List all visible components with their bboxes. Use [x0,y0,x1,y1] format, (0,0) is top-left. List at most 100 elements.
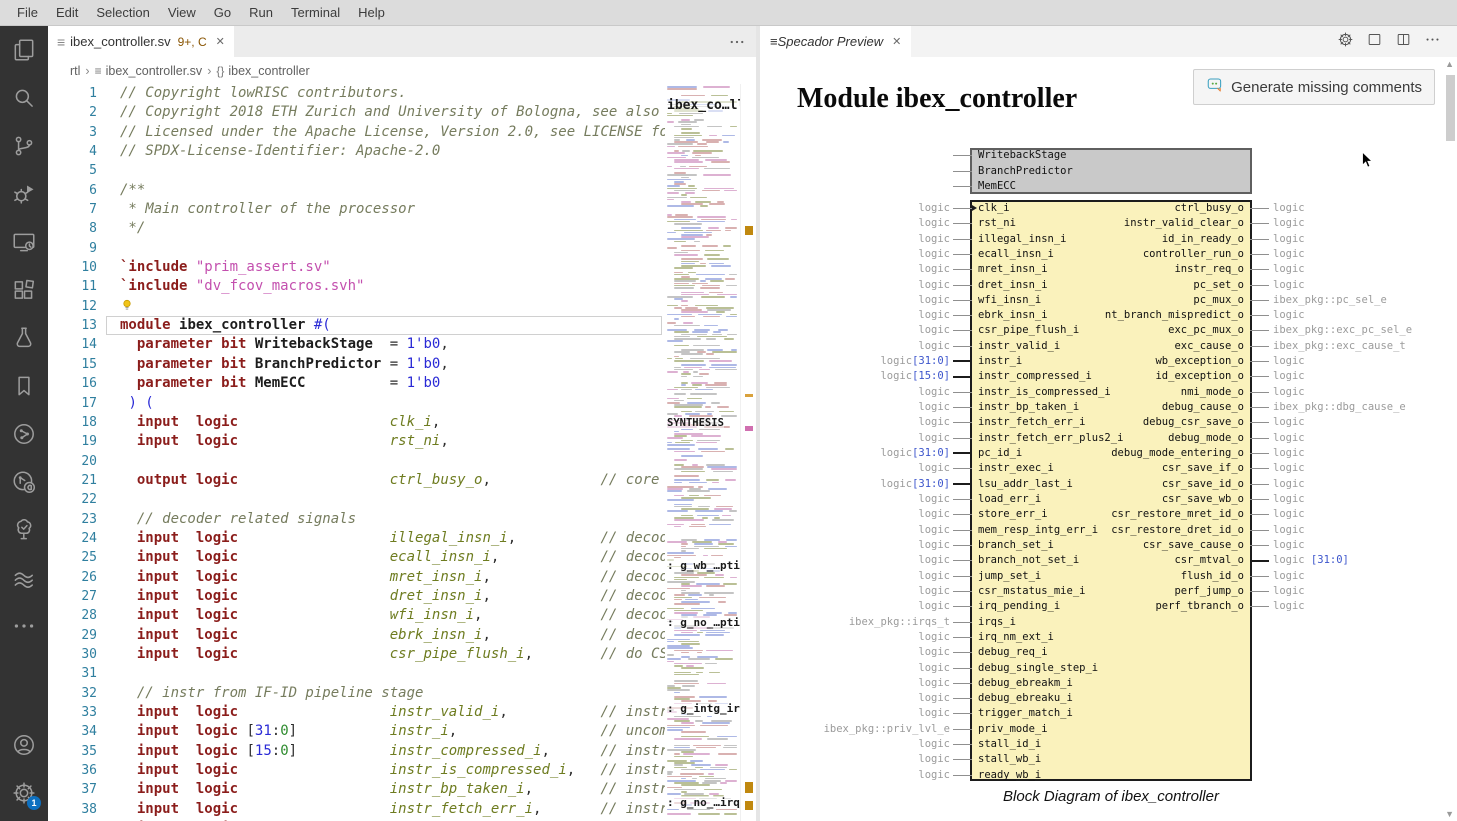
menu-edit[interactable]: Edit [47,0,87,26]
tab-specador-preview[interactable]: ≡ Specador Preview ✕ [760,26,911,57]
code-line[interactable]: 5 [48,161,665,180]
code-line[interactable]: 19 input logic rst_ni, [48,432,665,451]
menu-run[interactable]: Run [240,0,282,26]
code-line[interactable]: 33 input logic instr_valid_i, // instr [48,703,665,722]
menu-go[interactable]: Go [205,0,240,26]
scroll-down-icon[interactable]: ▼ [1445,809,1454,819]
port-wire [1250,407,1269,408]
preview-scrollbar[interactable]: ▲ ▼ [1446,57,1455,821]
activity-source-control[interactable] [0,122,48,170]
code-line[interactable]: 8 */ [48,219,665,238]
port-type: ibex_pkg::pc_sel_e [1273,293,1387,308]
code-line[interactable]: 12 [48,297,665,316]
code-line[interactable]: 35 input logic [15:0] instr_compressed_i… [48,742,665,761]
minimap-line [674,168,699,170]
scroll-up-icon[interactable]: ▲ [1445,59,1454,69]
code-line[interactable]: 34 input logic [31:0] instr_i, // uncom [48,722,665,741]
port-type: logic[31:0] [880,446,950,461]
menu-selection[interactable]: Selection [87,0,158,26]
port-name: csr_mtval_o [1174,553,1244,568]
close-icon[interactable]: ✕ [216,35,225,48]
minimap-line [667,510,688,512]
breadcrumb-item-ibex_controller.sv[interactable]: ibex_controller.sv [106,64,203,78]
line-text [97,240,120,256]
code-line[interactable]: 6/** [48,181,665,200]
code-line[interactable]: 18 input logic clk_i, [48,413,665,432]
code-line[interactable]: 28 input logic wfi_insn_i, // decod [48,606,665,625]
code-line[interactable]: 25 input logic ecall_insn_i, // decod [48,548,665,567]
activity-explorer[interactable] [0,26,48,74]
code-line[interactable]: 16 parameter bit MemECC = 1'b0 [48,374,665,393]
minimap-line [703,86,730,88]
scrollbar-thumb[interactable] [1446,75,1455,141]
code-line[interactable]: 4// SPDX-License-Identifier: Apache-2.0 [48,142,665,161]
code-line[interactable]: 24 input logic illegal_insn_i, // decod [48,529,665,548]
open-preview-icon [1366,31,1383,48]
tab-ibex-controller[interactable]: ≡ ibex_controller.sv 9+, C ✕ [48,26,234,57]
port-type: logic [918,538,950,553]
menu-file[interactable]: File [8,0,47,26]
menu-terminal[interactable]: Terminal [282,0,349,26]
activity-bookmarks[interactable] [0,362,48,410]
activity-waves[interactable] [0,554,48,602]
code-line[interactable]: 37 input logic instr_bp_taken_i, // inst… [48,780,665,799]
code-line[interactable]: 17 ) ( [48,394,665,413]
code-line[interactable]: 1// Copyright lowRISC contributors. [48,84,665,103]
code-line[interactable]: 9 [48,239,665,258]
code-line[interactable]: 30 input logic csr_pipe_flush_i, // do C… [48,645,665,664]
breadcrumb-item-rtl[interactable]: rtl [70,64,80,78]
code-line[interactable]: 38 input logic instr_fetch_err_i, // ins… [48,800,665,819]
code-line[interactable]: 29 input logic ebrk_insn_i, // decod [48,626,665,645]
code-line[interactable]: 36 input logic instr_is_compressed_i, //… [48,761,665,780]
code-line[interactable]: 13module ibex_controller #( [48,316,665,335]
minimap-line [681,261,699,263]
code-line[interactable]: 14 parameter bit WritebackStage = 1'b0, [48,335,665,354]
code-line[interactable]: 20 [48,452,665,471]
editor-actions-more[interactable] [728,26,756,57]
activity-remote-explorer[interactable] [0,218,48,266]
code-line[interactable]: 21 output logic ctrl_busy_o, // core [48,471,665,490]
minimap-line [713,471,733,473]
activity-todo-tree[interactable] [0,506,48,554]
activity-search[interactable] [0,74,48,122]
activity-timeline-graph[interactable] [0,410,48,458]
lightbulb-icon[interactable] [120,298,136,312]
activity-testing[interactable] [0,314,48,362]
code-line[interactable]: 7 * Main controller of the processor [48,200,665,219]
port-wire [953,422,972,423]
minimap-line [667,793,681,795]
breadcrumb-item-ibex_controller[interactable]: ibex_controller [228,64,309,78]
code-line[interactable]: 27 input logic dret_insn_i, // decod [48,587,665,606]
code-line[interactable]: 23 // decoder related signals [48,510,665,529]
minimap-line [729,510,737,512]
breadcrumb[interactable]: rtl›≡ibex_controller.sv›{}ibex_controlle… [48,57,756,84]
code-line[interactable]: 2// Copyright 2018 ETH Zurich and Univer… [48,103,665,122]
minimap[interactable]: ibex_co…llerSYNTHESIS: g_wb_…ptic: g_no_… [665,84,740,821]
menu-help[interactable]: Help [349,0,394,26]
code-line[interactable]: 32 // instr from IF-ID pipeline stage [48,684,665,703]
code-line[interactable]: 10`include "prim_assert.sv" [48,258,665,277]
activity-settings[interactable]: 1 [0,769,48,817]
gear-button[interactable] [1337,31,1354,53]
menu-view[interactable]: View [159,0,205,26]
code-line[interactable]: 22 [48,490,665,509]
code-line[interactable]: 11`include "dv_fcov_macros.svh" [48,277,665,296]
minimap-line [681,227,701,229]
activity-more-views[interactable] [0,602,48,650]
port-name: csr_mstatus_mie_i [978,584,1085,599]
code-line[interactable]: 3// Licensed under the Apache License, V… [48,123,665,142]
code-line[interactable]: 15 parameter bit BranchPredictor = 1'b0, [48,355,665,374]
split-editor-button[interactable] [1395,31,1412,53]
open-preview-button[interactable] [1366,31,1383,53]
overview-ruler[interactable] [740,84,756,821]
close-icon[interactable]: ✕ [892,35,901,48]
activity-code-graph[interactable] [0,458,48,506]
port-wire [953,376,972,378]
ellipsis-button[interactable] [1424,31,1441,53]
activity-extensions[interactable] [0,266,48,314]
code-line[interactable]: 31 [48,664,665,683]
code-editor[interactable]: 1// Copyright lowRISC contributors.2// C… [48,84,665,821]
activity-run-debug[interactable] [0,170,48,218]
code-line[interactable]: 26 input logic mret_insn_i, // decod [48,568,665,587]
activity-account[interactable] [0,721,48,769]
